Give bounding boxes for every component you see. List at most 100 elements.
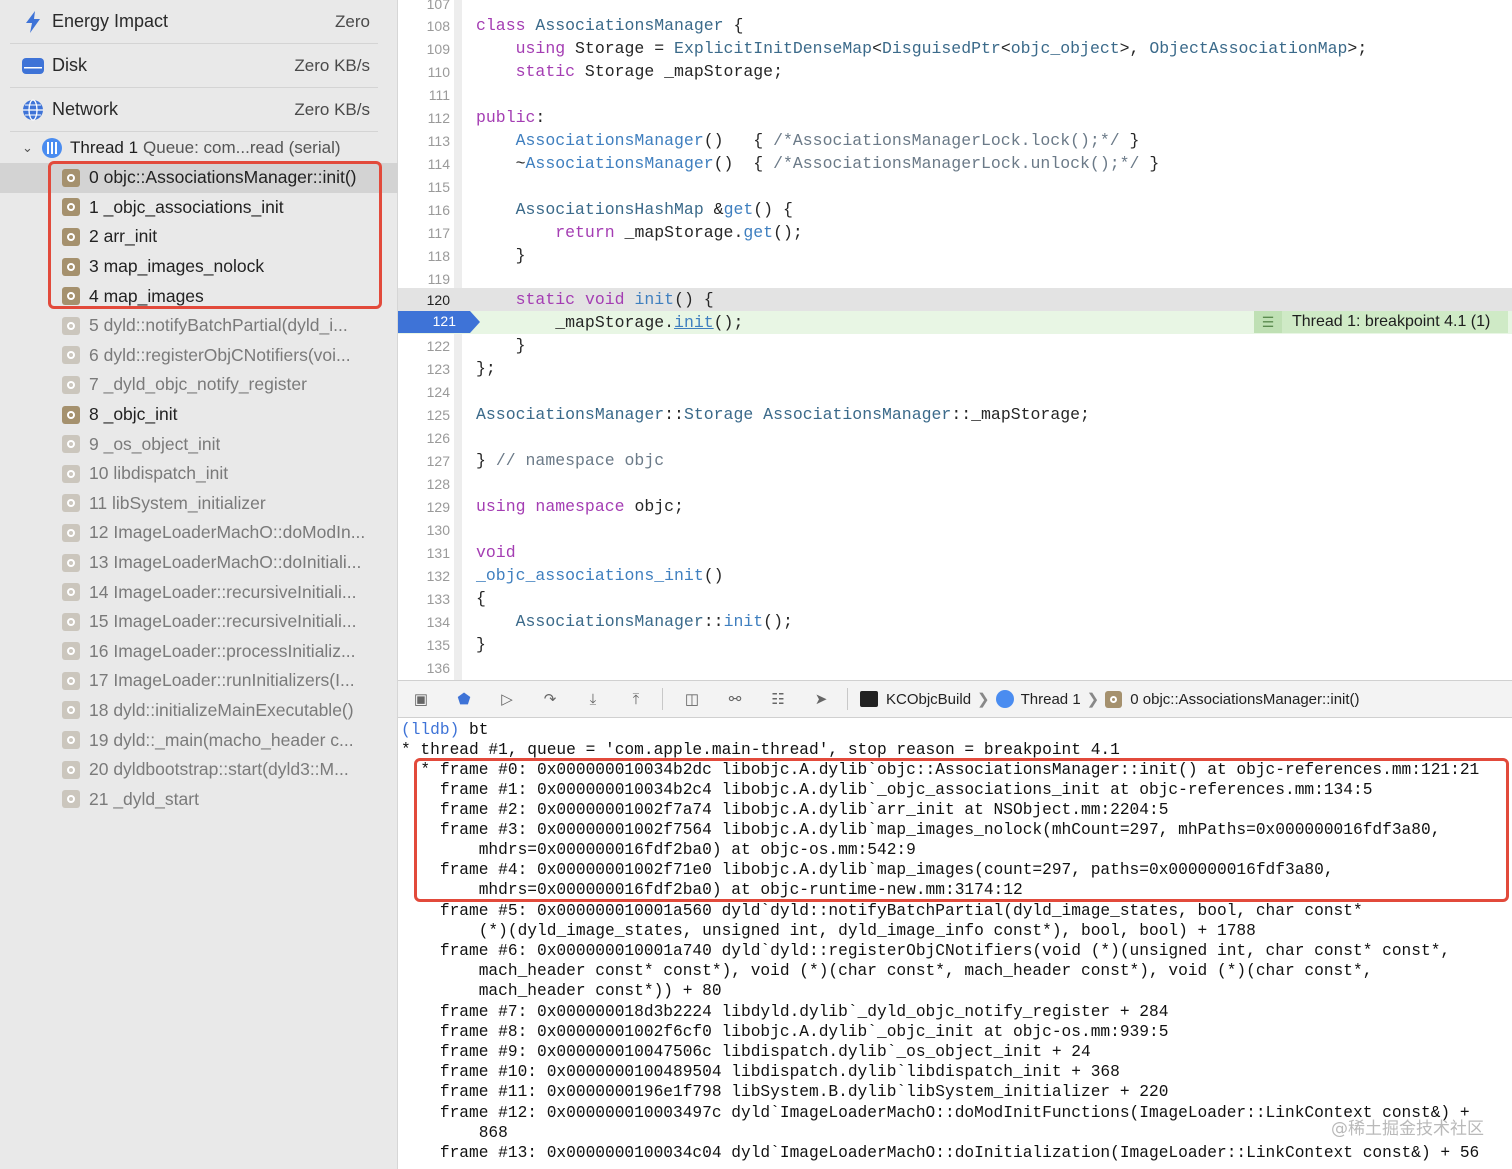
breakpoint-annotation[interactable]: ☰ Thread 1: breakpoint 4.1 (1) (1254, 311, 1508, 333)
line-number: 107 (426, 0, 450, 12)
stack-frame-row[interactable]: 9 _os_object_init (0, 429, 398, 459)
stack-frame-row[interactable]: 15 ImageLoader::recursiveInitiali... (0, 607, 398, 637)
stack-frame-row[interactable]: 14 ImageLoader::recursiveInitiali... (0, 577, 398, 607)
stack-frame-row[interactable]: 20 dyldbootstrap::start(dyld3::M... (0, 755, 398, 785)
stack-frame-row[interactable]: 5 dyld::notifyBatchPartial(dyld_i... (0, 311, 398, 341)
code-text: using namespace objc; (476, 497, 684, 516)
code-line[interactable]: 123}; (398, 357, 1512, 380)
stack-frame-row[interactable]: 10 libdispatch_init (0, 459, 398, 489)
step-out-icon[interactable]: ⤒ (625, 688, 647, 710)
code-line[interactable]: 126 (398, 426, 1512, 449)
code-line[interactable]: 128 (398, 472, 1512, 495)
code-line[interactable]: 130 (398, 518, 1512, 541)
breadcrumb-target[interactable]: KCObjcBuild (886, 691, 971, 708)
console-line: frame #12: 0x000000010003497c dyld`Image… (401, 1104, 1470, 1122)
stack-frame-row[interactable]: 13 ImageLoaderMachO::doInitiali... (0, 548, 398, 578)
stack-frame-row[interactable]: 21 _dyld_start (0, 784, 398, 814)
stack-frame-row[interactable]: 16 ImageLoader::processInitializ... (0, 637, 398, 667)
line-number: 131 (426, 544, 450, 561)
gauge-disk[interactable]: Disk Zero KB/s (10, 44, 378, 88)
code-line[interactable]: 116 AssociationsHashMap &get() { (398, 198, 1512, 221)
frame-label: 10 libdispatch_init (89, 463, 229, 484)
continue-icon[interactable]: ▷ (496, 688, 518, 710)
line-number: 134 (426, 613, 450, 630)
breadcrumb-frame[interactable]: 0 objc::AssociationsManager::init() (1130, 691, 1359, 708)
stack-frame-row[interactable]: 2 arr_init (0, 222, 398, 252)
thread-row[interactable]: ⌄ Thread 1 Queue: com...read (serial) (0, 134, 398, 162)
chevron-down-icon[interactable]: ⌄ (22, 140, 36, 156)
gauge-energy[interactable]: Energy Impact Zero (10, 0, 378, 44)
simulate-location-icon[interactable]: ➤ (810, 688, 832, 710)
code-line[interactable]: 118 } (398, 244, 1512, 267)
view-hierarchy-icon[interactable]: ◫ (681, 688, 703, 710)
environment-overrides-icon[interactable]: ☷ (767, 688, 789, 710)
code-line[interactable]: 127} // namespace objc (398, 449, 1512, 472)
code-line[interactable]: 132 _objc_associations_init() (398, 564, 1512, 587)
line-number: 109 (426, 40, 450, 57)
frame-label: 16 ImageLoader::processInitializ... (89, 640, 356, 661)
code-line[interactable]: 131 void (398, 541, 1512, 564)
stack-frame-row[interactable]: 3 map_images_nolock (0, 252, 398, 282)
hide-debug-area-icon[interactable]: ▣ (410, 688, 432, 710)
stack-frame-row[interactable]: 17 ImageLoader::runInitializers(I... (0, 666, 398, 696)
gauge-name: Disk (52, 55, 87, 75)
code-line[interactable]: 114 ~AssociationsManager() { /*Associati… (398, 152, 1512, 175)
frame-label: 11 libSystem_initializer (89, 492, 266, 513)
breakpoint-toggle-icon[interactable]: ⬟ (453, 688, 475, 710)
console-line: frame #7: 0x000000018d3b2224 libdyld.dyl… (401, 1003, 1169, 1021)
frame-icon (62, 227, 80, 246)
stack-frame-row[interactable]: 0 objc::AssociationsManager::init() (0, 163, 398, 193)
code-line[interactable]: 110 static Storage _mapStorage; (398, 60, 1512, 83)
code-line[interactable]: 112 public: (398, 106, 1512, 129)
line-number: 110 (427, 63, 450, 80)
code-line[interactable]: 107 (398, 0, 1512, 15)
code-line[interactable]: 120 static void init() { (398, 288, 1512, 311)
code-line[interactable]: 129 using namespace objc; (398, 495, 1512, 518)
stack-frame-row[interactable]: 18 dyld::initializeMainExecutable() (0, 696, 398, 726)
stack-frame-row[interactable]: 12 ImageLoaderMachO::doModIn... (0, 518, 398, 548)
frame-icon (1105, 690, 1123, 708)
console-line: frame #11: 0x0000000196e1f798 libSystem.… (401, 1083, 1169, 1101)
code-text: static Storage _mapStorage; (515, 62, 783, 81)
code-line[interactable]: 117 return _mapStorage.get(); (398, 221, 1512, 244)
code-line[interactable]: 134 AssociationsManager::init(); (398, 610, 1512, 633)
code-line[interactable]: 135} (398, 633, 1512, 656)
stack-frame-row[interactable]: 8 _objc_init (0, 400, 398, 430)
code-line[interactable]: 115 (398, 175, 1512, 198)
memory-graph-icon[interactable]: ⚯ (724, 688, 746, 710)
stack-frame-row[interactable]: 1 _objc_associations_init (0, 193, 398, 223)
console-line: frame #1: 0x000000010034b2c4 libobjc.A.d… (401, 781, 1373, 799)
program-counter-marker[interactable]: 121 (398, 311, 480, 333)
gauge-value: Zero KB/s (294, 55, 370, 75)
line-number: 115 (427, 178, 450, 195)
step-over-icon[interactable]: ↷ (539, 688, 561, 710)
code-line[interactable]: 122 } (398, 334, 1512, 357)
thread-icon (42, 138, 62, 158)
code-line[interactable]: 109 using Storage = ExplicitInitDenseMap… (398, 37, 1512, 60)
lldb-console[interactable]: (lldb) bt * thread #1, queue = 'com.appl… (398, 718, 1512, 1169)
code-text: }; (476, 359, 496, 378)
code-line[interactable]: 125 AssociationsManager::Storage Associat… (398, 403, 1512, 426)
stack-frame-row[interactable]: 6 dyld::registerObjCNotifiers(voi... (0, 341, 398, 371)
gauge-value: Zero (335, 11, 370, 31)
code-line[interactable]: 113 AssociationsManager() { /*Associatio… (398, 129, 1512, 152)
code-text: return _mapStorage.get(); (555, 223, 803, 242)
step-into-icon[interactable]: ⤓ (582, 688, 604, 710)
console-line: frame #5: 0x000000010001a560 dyld`dyld::… (401, 902, 1363, 920)
code-line[interactable]: 119 (398, 267, 1512, 290)
code-line[interactable]: 108 class AssociationsManager { (398, 14, 1512, 37)
stack-frame-row[interactable]: 19 dyld::_main(macho_header c... (0, 725, 398, 755)
frame-icon (62, 405, 80, 424)
code-line[interactable]: 111 (398, 83, 1512, 106)
stack-frame-row[interactable]: 7 _dyld_objc_notify_register (0, 370, 398, 400)
gauge-network[interactable]: Network Zero KB/s (10, 88, 378, 132)
code-line[interactable]: 136 (398, 656, 1512, 679)
line-number: 123 (426, 360, 450, 377)
stack-frame-row[interactable]: 11 libSystem_initializer (0, 489, 398, 519)
code-line[interactable]: 133 { (398, 587, 1512, 610)
breadcrumb-thread[interactable]: Thread 1 (1021, 691, 1081, 708)
source-editor[interactable]: 107 108 class AssociationsManager { 109 u… (398, 0, 1512, 680)
code-text: AssociationsManager() { /*AssociationsMa… (515, 131, 1140, 150)
code-line[interactable]: 124 (398, 380, 1512, 403)
stack-frame-row[interactable]: 4 map_images (0, 281, 398, 311)
